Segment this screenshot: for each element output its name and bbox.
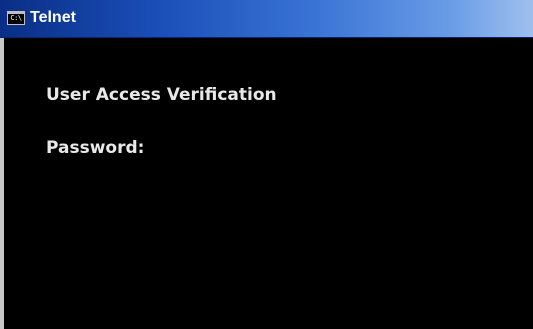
console-banner: User Access Verification bbox=[46, 85, 277, 105]
telnet-window: C:\ Telnet User Access Verification Pass… bbox=[0, 0, 533, 329]
password-prompt: Password: bbox=[46, 138, 145, 158]
console-icon[interactable]: C:\ bbox=[7, 11, 25, 25]
title-bar[interactable]: C:\ Telnet bbox=[0, 0, 533, 38]
window-title: Telnet bbox=[30, 9, 76, 26]
console-area[interactable]: User Access Verification Password: bbox=[0, 38, 533, 329]
password-input[interactable] bbox=[169, 138, 469, 158]
